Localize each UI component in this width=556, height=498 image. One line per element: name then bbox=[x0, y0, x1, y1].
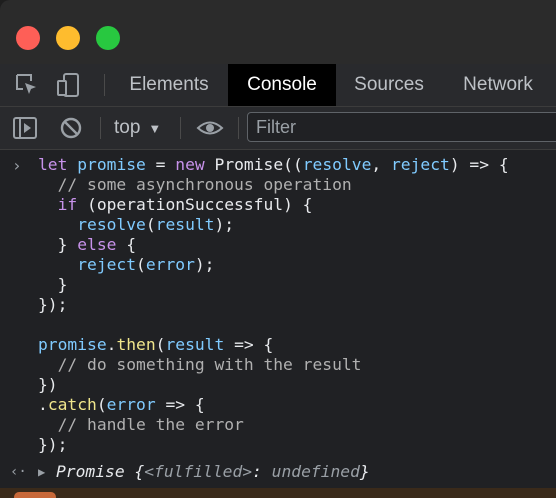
tab-elements[interactable]: Elements bbox=[114, 64, 224, 106]
tab-console[interactable]: Console bbox=[228, 64, 336, 106]
result-type: Promise bbox=[56, 462, 125, 481]
close-window-button[interactable] bbox=[16, 26, 40, 50]
expand-triangle-icon[interactable]: ▶ bbox=[38, 465, 45, 479]
console-result-row[interactable]: ‹· ▶ Promise {<fulfilled>: undefined} bbox=[0, 462, 556, 486]
result-state-value: undefined bbox=[271, 462, 360, 481]
result-text: Promise {<fulfilled>: undefined} bbox=[56, 462, 370, 481]
zoom-window-button[interactable] bbox=[96, 26, 120, 50]
tab-network[interactable]: Network bbox=[448, 64, 548, 106]
inspect-element-icon[interactable] bbox=[14, 72, 40, 98]
minimize-window-button[interactable] bbox=[56, 26, 80, 50]
toolbar-divider bbox=[100, 117, 101, 139]
context-selector[interactable]: top ▼ bbox=[114, 107, 161, 149]
tab-sources[interactable]: Sources bbox=[340, 64, 438, 106]
chevron-down-icon: ▼ bbox=[148, 121, 162, 136]
toolbar-divider bbox=[180, 117, 181, 139]
result-state-key: <fulfilled> bbox=[144, 462, 253, 481]
toolbar-divider bbox=[238, 117, 239, 139]
device-toolbar-icon[interactable] bbox=[56, 72, 82, 98]
drawer-strip bbox=[0, 488, 556, 498]
console-toolbar: top ▼ bbox=[0, 107, 556, 150]
title-bar bbox=[0, 0, 556, 64]
input-prompt-icon: › bbox=[12, 156, 22, 175]
filter-input[interactable] bbox=[248, 113, 556, 141]
devtools-tab-bar: Elements Console Sources Network bbox=[0, 64, 556, 107]
console-input-code[interactable]: let promise = new Promise((resolve, reje… bbox=[38, 155, 509, 455]
sidebar-toggle-icon[interactable] bbox=[12, 115, 38, 141]
devtools-window: Elements Console Sources Network top ▼ F… bbox=[0, 0, 556, 498]
eye-icon[interactable] bbox=[196, 115, 224, 141]
result-arrow-icon: ‹· bbox=[10, 464, 27, 480]
tab-divider bbox=[104, 74, 105, 96]
clear-console-icon[interactable] bbox=[58, 115, 84, 141]
filter-box bbox=[247, 112, 556, 142]
console-panel[interactable]: › let promise = new Promise((resolve, re… bbox=[0, 150, 556, 498]
context-label: top bbox=[114, 117, 141, 138]
drawer-chip[interactable] bbox=[14, 492, 56, 498]
